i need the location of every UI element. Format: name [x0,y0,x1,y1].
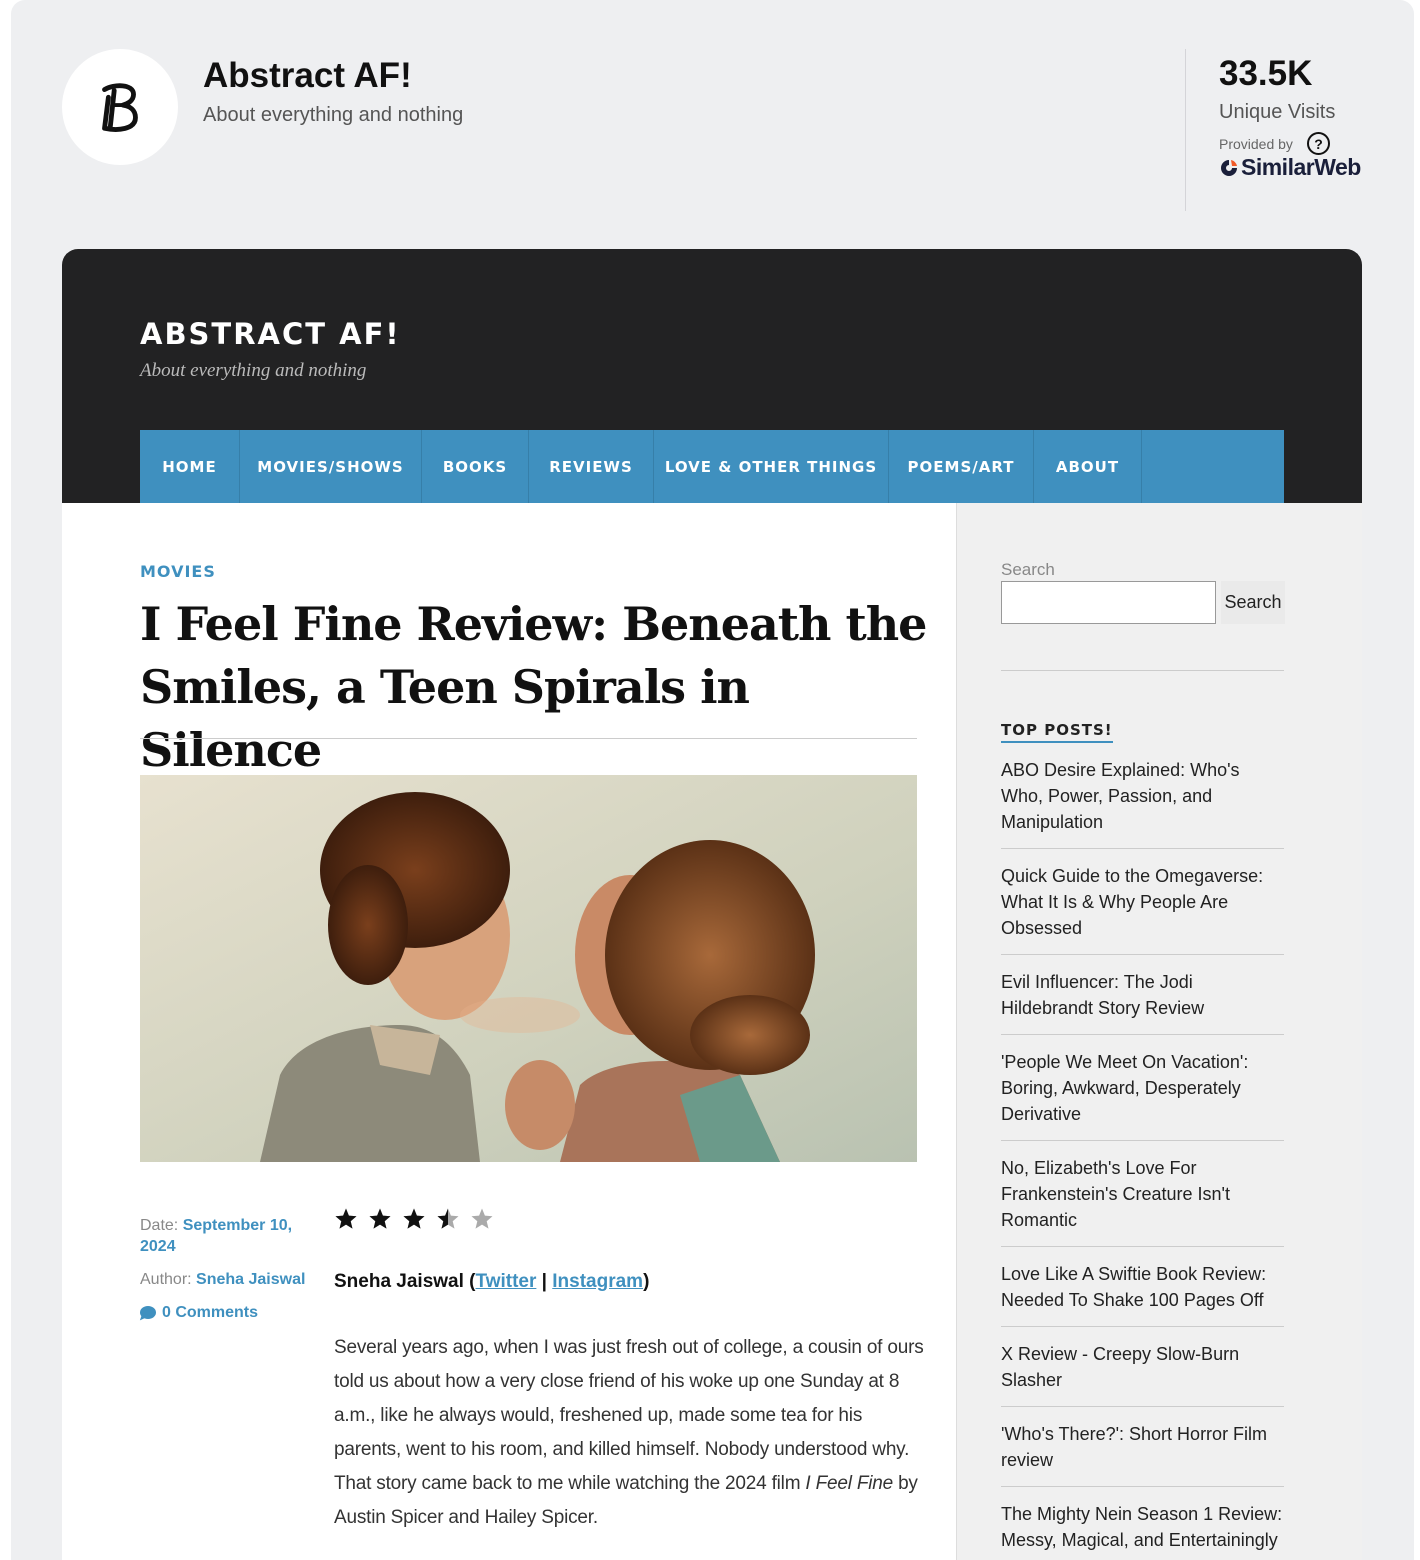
site-header: ABSTRACT AF! About everything and nothin… [62,249,1362,503]
main-nav: HOME MOVIES/SHOWS BOOKS REVIEWS LOVE & O… [140,430,1284,503]
featured-image [140,775,917,1162]
top-post-item[interactable]: X Review - Creepy Slow-Burn Slasher [1001,1339,1284,1407]
top-post-item[interactable]: 'Who's There?': Short Horror Film review [1001,1419,1284,1487]
publication-logo[interactable] [62,49,178,165]
comment-icon [140,1306,156,1319]
top-post-item[interactable]: No, Elizabeth's Love For Frankenstein's … [1001,1153,1284,1247]
nav-poems-art[interactable]: POEMS/ART [889,430,1034,503]
top-post-item[interactable]: Love Like A Swiftie Book Review: Needed … [1001,1259,1284,1327]
nav-about[interactable]: ABOUT [1034,430,1142,503]
site-description: About everything and nothing [140,360,367,381]
unique-visits-label-text: Unique Visits [1219,101,1336,123]
author-row: Author: Sneha Jaiswal [140,1269,320,1290]
byline-close: ) [643,1271,650,1292]
blog-preview-frame: ABSTRACT AF! About everything and nothin… [62,249,1362,1560]
comments-link[interactable]: 0 Comments [140,1302,320,1323]
byline-name: Sneha Jaiswal ( [334,1271,476,1292]
search-button[interactable]: Search [1221,581,1285,624]
article-paragraph: Several years ago, when I was just fresh… [334,1331,924,1535]
star-full-icon [335,1208,357,1229]
author-link[interactable]: Sneha Jaiswal [196,1271,305,1288]
site-title[interactable]: ABSTRACT AF! [140,317,401,351]
publication-subtitle: About everything and nothing [203,104,464,126]
b-logo-icon [102,83,138,132]
instagram-link[interactable]: Instagram [552,1271,643,1292]
article-category[interactable]: MOVIES [140,562,216,581]
nav-home[interactable]: HOME [140,430,240,503]
byline-separator: | [536,1271,553,1292]
top-posts-list: ABO Desire Explained: Who's Who, Power, … [1001,755,1284,1560]
article-title: I Feel Fine Review: Beneath the Smiles, … [140,597,927,777]
unique-visits-label: Unique Visits ? [1219,98,1339,155]
star-full-icon [403,1208,425,1229]
featured-image-art [140,775,917,1162]
top-post-item[interactable]: Evil Influencer: The Jodi Hildebrandt St… [1001,967,1284,1035]
nav-books[interactable]: BOOKS [422,430,529,503]
date-label: Date: [140,1217,179,1234]
paragraph-text-start: Several years ago, when I was just fresh… [334,1337,924,1494]
comments-count: 0 Comments [162,1304,259,1321]
star-half-icon [437,1208,459,1229]
byline: Sneha Jaiswal (Twitter | Instagram) [334,1271,649,1293]
unique-visits-value: 33.5K [1219,54,1313,93]
similarweb-logo: SimilarWeb [1219,154,1365,181]
help-icon[interactable]: ? [1307,132,1330,155]
search-label: Search [1001,560,1055,579]
star-rating [334,1207,494,1231]
article-meta: Date: September 10, 2024 Author: Sneha J… [140,1215,320,1335]
title-divider [140,738,917,739]
top-posts-heading: TOP POSTS! [1001,721,1113,743]
similarweb-icon [1221,159,1237,176]
film-title: I Feel Fine [805,1473,893,1494]
top-post-item[interactable]: ABO Desire Explained: Who's Who, Power, … [1001,755,1284,849]
search-input[interactable] [1001,581,1216,624]
star-empty-icon [471,1208,493,1229]
date-row: Date: September 10, 2024 [140,1215,320,1257]
publication-title[interactable]: Abstract AF! [203,56,412,96]
visit-stats: 33.5K Unique Visits ? Provided by Simila… [1185,49,1365,211]
author-label: Author: [140,1271,192,1288]
provided-by-label: Provided by [1219,136,1293,152]
nav-reviews[interactable]: REVIEWS [529,430,654,503]
top-post-item[interactable]: Quick Guide to the Omegaverse: What It I… [1001,861,1284,955]
twitter-link[interactable]: Twitter [476,1271,537,1292]
nav-love-other-things[interactable]: LOVE & OTHER THINGS [654,430,889,503]
sidebar-divider [1001,670,1284,671]
top-post-item[interactable]: 'People We Meet On Vacation': Boring, Aw… [1001,1047,1284,1141]
nav-movies-shows[interactable]: MOVIES/SHOWS [240,430,422,503]
top-post-item[interactable]: The Mighty Nein Season 1 Review: Messy, … [1001,1499,1284,1560]
similarweb-text: SimilarWeb [1241,154,1361,180]
star-full-icon [369,1208,391,1229]
